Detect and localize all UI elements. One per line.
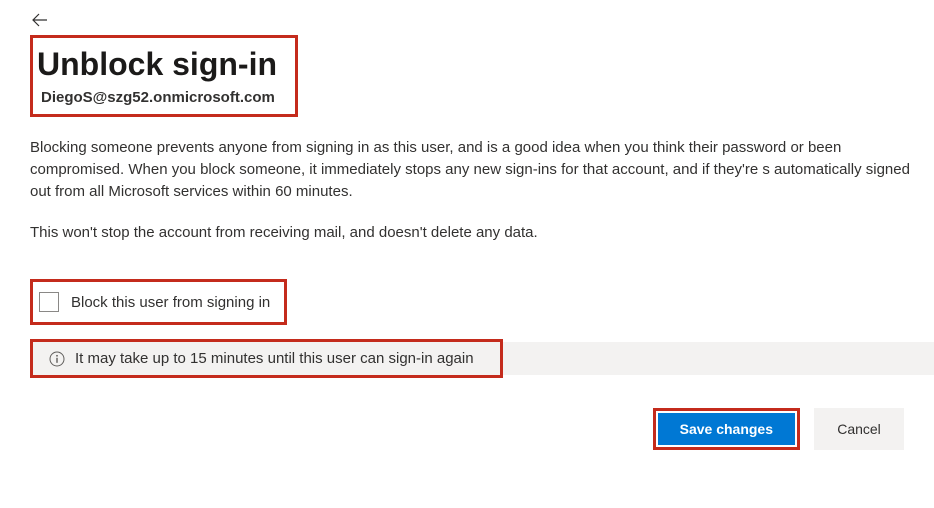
save-changes-button[interactable]: Save changes [658, 413, 795, 445]
back-arrow-icon[interactable] [30, 10, 50, 33]
block-signin-label: Block this user from signing in [71, 294, 270, 311]
panel-content: Unblock sign-in DiegoS@szg52.onmicrosoft… [0, 0, 934, 450]
info-icon [49, 351, 65, 367]
cancel-button[interactable]: Cancel [814, 408, 904, 450]
button-row: Save changes Cancel [30, 408, 934, 450]
description-text: Blocking someone prevents anyone from si… [30, 137, 934, 202]
header-highlight: Unblock sign-in DiegoS@szg52.onmicrosoft… [30, 35, 298, 117]
info-message: It may take up to 15 minutes until this … [75, 350, 474, 367]
note-text: This won't stop the account from receivi… [30, 224, 934, 241]
save-highlight: Save changes [653, 408, 800, 450]
user-email: DiegoS@szg52.onmicrosoft.com [41, 89, 277, 106]
info-row: It may take up to 15 minutes until this … [30, 339, 934, 378]
page-title: Unblock sign-in [37, 46, 277, 83]
checkbox-highlight: Block this user from signing in [30, 279, 287, 325]
info-highlight: It may take up to 15 minutes until this … [30, 339, 503, 378]
info-bar-extension [503, 342, 934, 375]
block-signin-checkbox[interactable] [39, 292, 59, 312]
